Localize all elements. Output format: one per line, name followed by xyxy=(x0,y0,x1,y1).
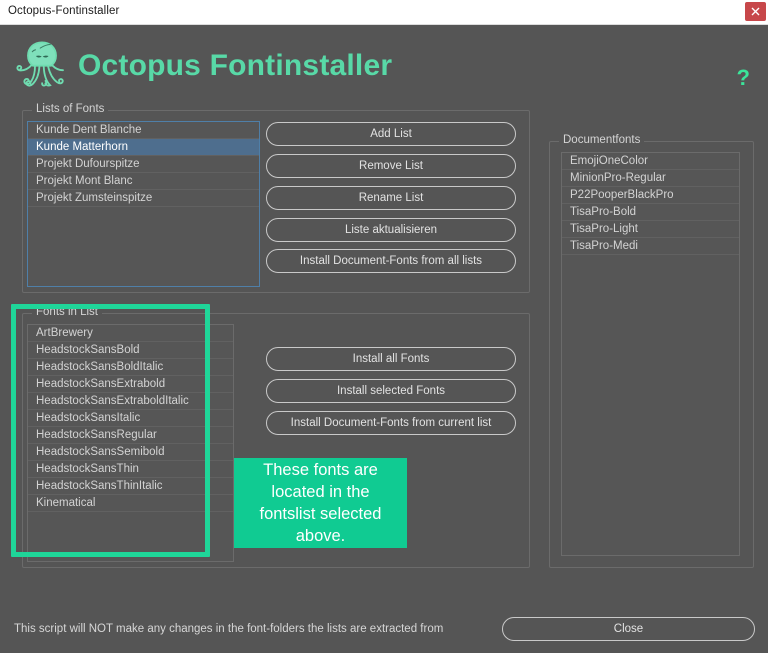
lists-of-fonts-legend: Lists of Fonts xyxy=(32,103,109,115)
octopus-logo-icon xyxy=(16,41,64,87)
install-selected-fonts-button[interactable]: Install selected Fonts xyxy=(266,379,516,403)
list-item[interactable]: EmojiOneColor xyxy=(562,153,739,170)
list-item[interactable]: TisaPro-Light xyxy=(562,221,739,238)
brand-header: Octopus Fontinstaller xyxy=(14,37,392,95)
documentfonts-legend: Documentfonts xyxy=(559,134,645,146)
list-item[interactable]: HeadstockSansSemibold xyxy=(28,444,233,461)
window-body: Octopus Fontinstaller ? Lists of Fonts K… xyxy=(0,25,768,653)
title-bar: Octopus-Fontinstaller xyxy=(0,0,768,25)
list-item[interactable]: TisaPro-Bold xyxy=(562,204,739,221)
list-item[interactable]: Projekt Mont Blanc xyxy=(28,173,259,190)
remove-list-button[interactable]: Remove List xyxy=(266,154,516,178)
list-item[interactable]: HeadstockSansRegular xyxy=(28,427,233,444)
list-item[interactable]: HeadstockSansBold xyxy=(28,342,233,359)
window-title: Octopus-Fontinstaller xyxy=(8,5,120,17)
list-item[interactable]: HeadstockSansBoldItalic xyxy=(28,359,233,376)
install-document-fonts-all-lists-button[interactable]: Install Document-Fonts from all lists xyxy=(266,249,516,273)
list-item[interactable]: HeadstockSansExtrabold xyxy=(28,376,233,393)
lists-of-fonts-listbox[interactable]: Kunde Dent Blanche Kunde Matterhorn Proj… xyxy=(27,121,260,287)
list-item[interactable]: HeadstockSansExtraboldItalic xyxy=(28,393,233,410)
close-icon xyxy=(751,7,760,16)
list-item[interactable]: Kunde Dent Blanche xyxy=(28,122,259,139)
list-item[interactable]: Projekt Dufourspitze xyxy=(28,156,259,173)
fonts-in-list-listbox[interactable]: ArtBrewery HeadstockSansBold HeadstockSa… xyxy=(27,324,234,562)
list-item[interactable]: Kunde Matterhorn xyxy=(28,139,259,156)
list-item[interactable]: P22PooperBlackPro xyxy=(562,187,739,204)
list-item[interactable]: ArtBrewery xyxy=(28,325,233,342)
fonts-in-list-legend: Fonts in List xyxy=(32,306,102,318)
rename-list-button[interactable]: Rename List xyxy=(266,186,516,210)
list-item[interactable]: Projekt Zumsteinspitze xyxy=(28,190,259,207)
refresh-list-button[interactable]: Liste aktualisieren xyxy=(266,218,516,242)
install-all-fonts-button[interactable]: Install all Fonts xyxy=(266,347,516,371)
list-item[interactable]: MinionPro-Regular xyxy=(562,170,739,187)
list-item[interactable]: HeadstockSansThinItalic xyxy=(28,478,233,495)
list-item[interactable]: HeadstockSansThin xyxy=(28,461,233,478)
add-list-button[interactable]: Add List xyxy=(266,122,516,146)
list-item[interactable]: Kinematical xyxy=(28,495,233,512)
help-icon[interactable]: ? xyxy=(737,67,750,89)
close-button[interactable]: Close xyxy=(502,617,755,641)
window-close-button[interactable] xyxy=(745,2,766,21)
application-window: Octopus-Fontinstaller Octopus Fontinstal… xyxy=(0,0,768,653)
list-item[interactable]: TisaPro-Medi xyxy=(562,238,739,255)
fonts-in-list-callout: These fonts are located in the fontslist… xyxy=(234,458,407,548)
footer-note: This script will NOT make any changes in… xyxy=(14,623,444,635)
app-title: Octopus Fontinstaller xyxy=(78,49,393,82)
install-document-fonts-current-list-button[interactable]: Install Document-Fonts from current list xyxy=(266,411,516,435)
list-item[interactable]: HeadstockSansItalic xyxy=(28,410,233,427)
documentfonts-listbox[interactable]: EmojiOneColor MinionPro-Regular P22Poope… xyxy=(561,152,740,556)
